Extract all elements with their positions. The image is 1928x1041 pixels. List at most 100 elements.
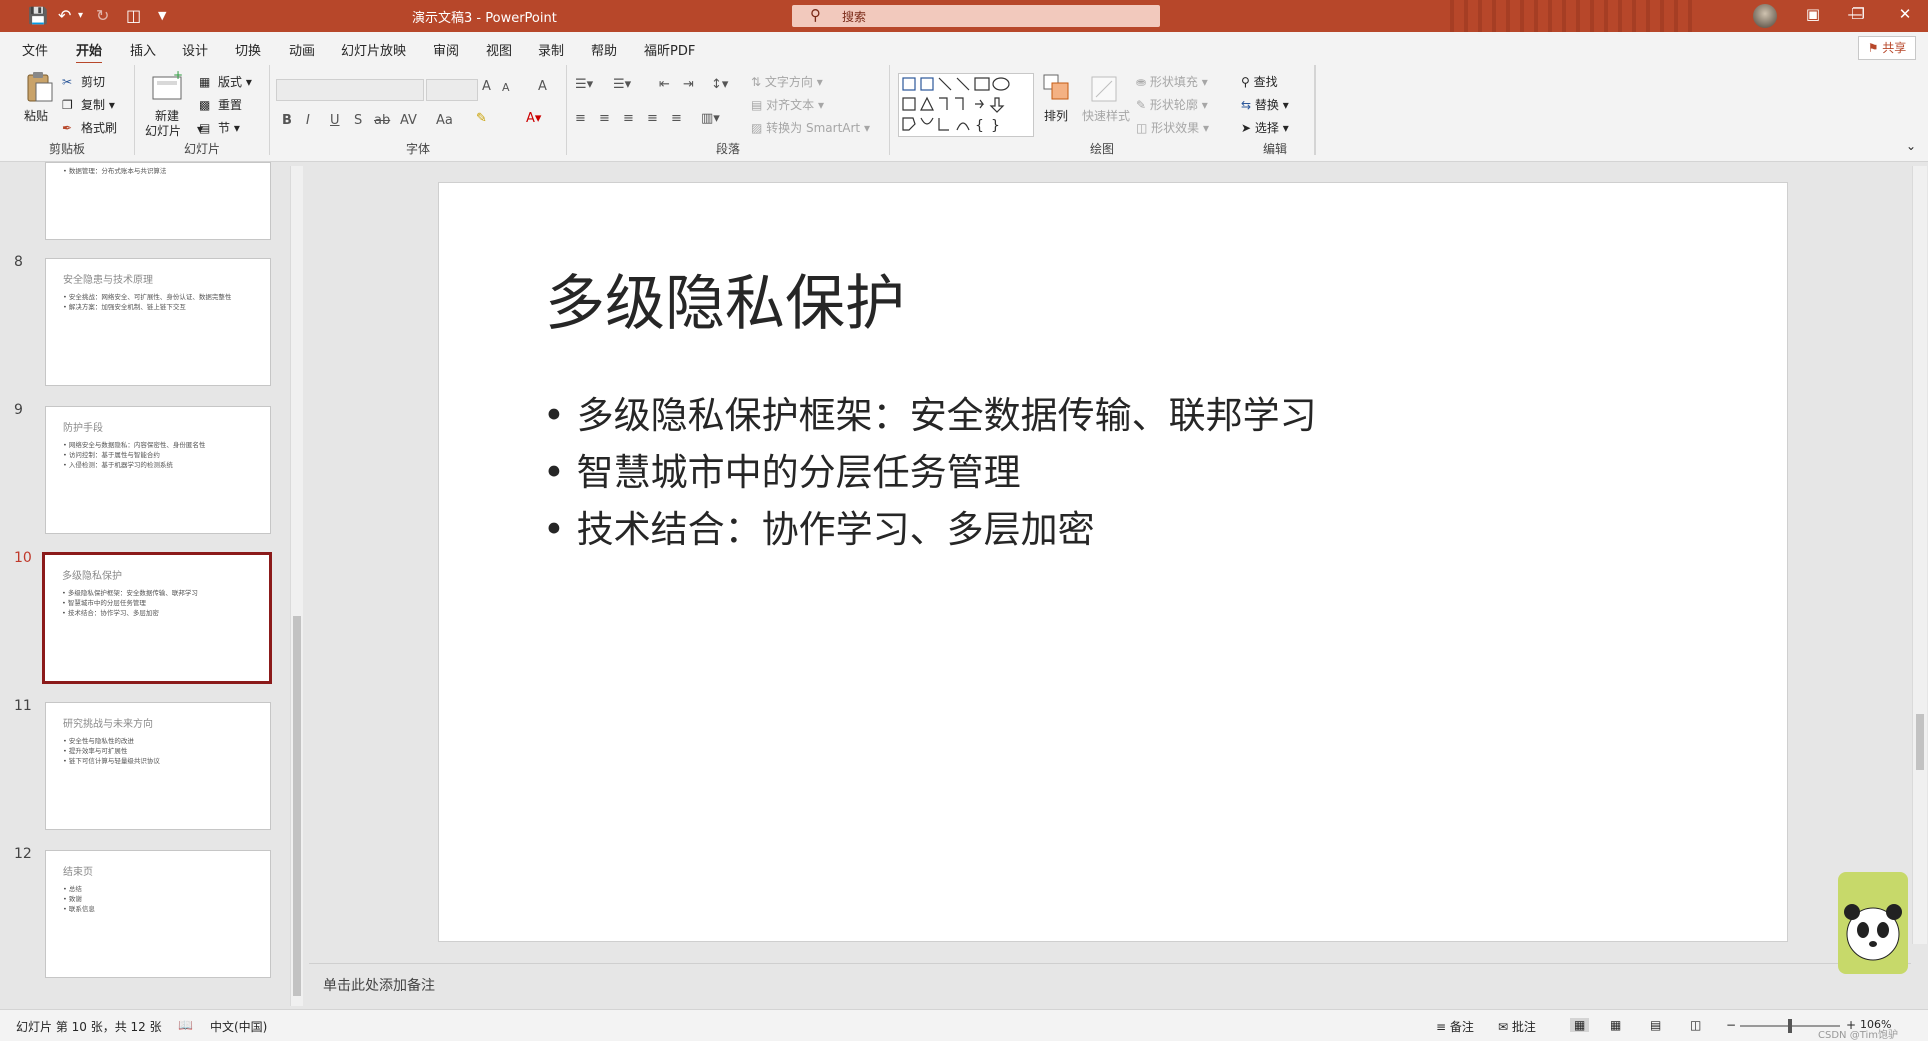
- slide-thumbnail[interactable]: 防护手段 • 网络安全与数据隐私：内容保密性、身份匿名性 • 访问控制：基于属性…: [45, 406, 271, 534]
- tab-review[interactable]: 审阅: [433, 40, 459, 59]
- slide-thumbnail[interactable]: • 数据管理：分布式账本与共识算法: [45, 162, 271, 240]
- reset-button[interactable]: ▩ 重置: [199, 96, 242, 114]
- align-text-button[interactable]: ▤ 对齐文本 ▾: [751, 96, 824, 113]
- share-button[interactable]: ⚑ 共享: [1858, 36, 1916, 60]
- editor-scrollbar-thumb[interactable]: [1916, 714, 1924, 770]
- paste-icon[interactable]: [22, 71, 54, 103]
- shape-outline-button[interactable]: ✎ 形状轮廓 ▾: [1136, 96, 1208, 113]
- select-button[interactable]: ➤ 选择 ▾: [1241, 119, 1289, 136]
- distributed-icon[interactable]: ≡: [671, 111, 682, 126]
- tab-transitions[interactable]: 切换: [235, 40, 261, 59]
- redo-icon[interactable]: ↻: [96, 6, 109, 25]
- convert-smartart-button[interactable]: ▨ 转换为 SmartArt ▾: [751, 119, 870, 136]
- tab-help[interactable]: 帮助: [591, 40, 617, 59]
- arrange-icon[interactable]: [1042, 73, 1074, 105]
- undo-icon[interactable]: ↶: [58, 6, 71, 25]
- slide-title[interactable]: 多级隐私保护: [545, 255, 905, 342]
- new-slide-icon[interactable]: +: [151, 68, 183, 103]
- notes-toggle-button[interactable]: ≡ 备注: [1436, 1018, 1474, 1035]
- tab-foxit-pdf[interactable]: 福昕PDF: [644, 40, 695, 59]
- collapse-ribbon-icon[interactable]: ⌄: [1906, 139, 1916, 153]
- format-painter-button[interactable]: ✒ 格式刷: [62, 119, 117, 137]
- tab-record[interactable]: 录制: [538, 40, 564, 59]
- notes-pane[interactable]: 单击此处添加备注: [309, 963, 1911, 1009]
- tab-home[interactable]: 开始: [76, 40, 103, 65]
- quick-styles-button[interactable]: 快速样式: [1082, 107, 1130, 124]
- bullets-icon[interactable]: ☰▾: [575, 77, 593, 92]
- align-left-icon[interactable]: ≡: [575, 111, 586, 126]
- restore-icon[interactable]: ❐: [1843, 5, 1873, 23]
- slide-sorter-icon[interactable]: ▦: [1610, 1018, 1621, 1032]
- present-icon[interactable]: ◫: [126, 6, 141, 25]
- align-center-icon[interactable]: ≡: [599, 111, 610, 126]
- columns-icon[interactable]: ▥▾: [701, 111, 720, 126]
- numbering-icon[interactable]: ☰▾: [613, 77, 631, 92]
- arrange-button[interactable]: 排列: [1044, 107, 1068, 124]
- italic-button[interactable]: I: [306, 113, 310, 128]
- font-family-select[interactable]: [276, 79, 424, 101]
- zoom-out-icon[interactable]: −: [1726, 1018, 1736, 1032]
- line-spacing-icon[interactable]: ↕▾: [711, 77, 728, 92]
- scrollbar-thumb[interactable]: [293, 616, 301, 996]
- clear-format-button[interactable]: A: [538, 79, 547, 94]
- shadow-button[interactable]: S: [354, 113, 362, 128]
- undo-dropdown-icon[interactable]: ▾: [78, 10, 83, 21]
- search-box[interactable]: ⚲ 搜索: [792, 5, 1160, 27]
- tab-slideshow[interactable]: 幻灯片放映: [341, 40, 406, 59]
- close-icon[interactable]: ✕: [1890, 5, 1920, 23]
- slide-bullet[interactable]: • 技术结合：协作学习、多层加密: [543, 499, 1095, 553]
- tab-insert[interactable]: 插入: [130, 40, 156, 59]
- avatar[interactable]: [1753, 4, 1777, 28]
- tab-view[interactable]: 视图: [486, 40, 512, 59]
- shape-fill-button[interactable]: ⛂ 形状填充 ▾: [1136, 73, 1208, 90]
- tab-design[interactable]: 设计: [182, 40, 208, 59]
- reading-view-icon[interactable]: ▤: [1650, 1018, 1661, 1032]
- char-spacing-button[interactable]: AV: [400, 113, 417, 128]
- thumbnails-scrollbar[interactable]: [290, 166, 303, 1006]
- comments-button[interactable]: ✉ 批注: [1498, 1018, 1536, 1035]
- decrease-indent-icon[interactable]: ⇤: [659, 77, 670, 92]
- section-button[interactable]: ▤ 节 ▾: [199, 119, 240, 137]
- ribbon-display-icon[interactable]: ▣: [1798, 5, 1828, 23]
- increase-indent-icon[interactable]: ⇥: [683, 77, 694, 92]
- change-case-button[interactable]: Aa: [436, 113, 453, 128]
- editor-scrollbar[interactable]: [1912, 166, 1927, 944]
- font-size-select[interactable]: [426, 79, 478, 101]
- tab-animations[interactable]: 动画: [289, 40, 315, 59]
- tab-file[interactable]: 文件: [22, 40, 48, 59]
- shrink-font-button[interactable]: A: [502, 81, 510, 94]
- shapes-gallery[interactable]: {}: [898, 73, 1034, 137]
- language-indicator[interactable]: 中文(中国): [210, 1018, 267, 1035]
- layout-button[interactable]: ▦ 版式 ▾: [199, 73, 252, 91]
- slide-canvas[interactable]: 多级隐私保护 • 多级隐私保护框架：安全数据传输、联邦学习 • 智慧城市中的分层…: [438, 182, 1788, 942]
- align-right-icon[interactable]: ≡: [623, 111, 634, 126]
- cut-button[interactable]: ✂ 剪切: [62, 73, 105, 91]
- strikethrough-button[interactable]: ab: [374, 113, 390, 128]
- slide-bullet[interactable]: • 多级隐私保护框架：安全数据传输、联邦学习: [543, 385, 1317, 439]
- zoom-slider-thumb[interactable]: [1788, 1019, 1792, 1033]
- highlight-icon[interactable]: ✎: [476, 111, 487, 126]
- replace-button[interactable]: ⇆ 替换 ▾: [1241, 96, 1289, 113]
- font-color-icon[interactable]: A▾: [526, 111, 541, 126]
- paste-button[interactable]: 粘贴: [24, 107, 48, 124]
- shape-effects-button[interactable]: ◫ 形状效果 ▾: [1136, 119, 1209, 136]
- text-direction-button[interactable]: ⇅ 文字方向 ▾: [751, 73, 823, 90]
- quick-styles-icon[interactable]: [1088, 73, 1120, 105]
- spellcheck-icon[interactable]: 📖: [178, 1018, 193, 1032]
- slide-thumbnail[interactable]: 研究挑战与未来方向 • 安全性与隐私性的改进 • 提升效率与可扩展性 • 链下可…: [45, 702, 271, 830]
- customize-qat-icon[interactable]: ▼: [158, 9, 166, 22]
- slide-thumbnail-selected[interactable]: 多级隐私保护 • 多级隐私保护框架：安全数据传输、联邦学习 • 智慧城市中的分层…: [42, 552, 272, 684]
- underline-button[interactable]: U: [330, 113, 340, 128]
- slide-thumbnail[interactable]: 结束页 • 总结 • 致谢 • 联系信息: [45, 850, 271, 978]
- slide-thumbnail[interactable]: 安全隐患与技术原理 • 安全挑战：网络安全、可扩展性、身份认证、数据完整性 • …: [45, 258, 271, 386]
- slide-bullet[interactable]: • 智慧城市中的分层任务管理: [543, 442, 1021, 496]
- save-icon[interactable]: 💾: [28, 6, 48, 25]
- find-button[interactable]: ⚲ 查找: [1241, 73, 1278, 90]
- justify-icon[interactable]: ≡: [647, 111, 658, 126]
- normal-view-icon[interactable]: ▦: [1570, 1018, 1590, 1032]
- copy-button[interactable]: ❐ 复制 ▾: [62, 96, 115, 114]
- bold-button[interactable]: B: [282, 113, 292, 128]
- slides-group: + 新建 幻灯片 ▾ ▦ 版式 ▾ ▩ 重置 ▤ 节 ▾ 幻灯片: [135, 65, 270, 156]
- grow-font-button[interactable]: A: [482, 79, 491, 94]
- slideshow-view-icon[interactable]: ◫: [1690, 1018, 1701, 1032]
